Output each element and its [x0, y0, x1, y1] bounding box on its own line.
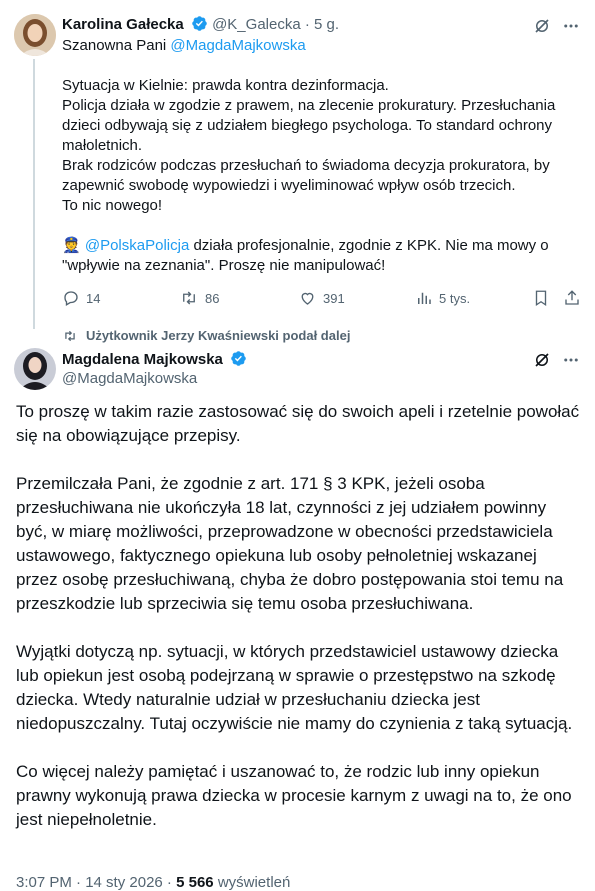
- author-name[interactable]: Magdalena Majkowska: [62, 351, 223, 368]
- share-button[interactable]: [563, 289, 581, 307]
- tweet2-paragraph-1: To proszę w takim razie zastosować się d…: [16, 402, 580, 445]
- avatar-karolina[interactable]: [14, 14, 56, 56]
- tweet-views-label: wyświetleń: [217, 874, 291, 891]
- bookmark-button[interactable]: [532, 289, 550, 307]
- police-emoji: 👮: [62, 237, 81, 254]
- repost-notice[interactable]: Użytkownik Jerzy Kwaśniewski podał dalej: [62, 328, 350, 343]
- like-count: 391: [323, 290, 345, 306]
- tweet-time[interactable]: 5 g.: [314, 16, 339, 33]
- mention-link[interactable]: @MagdaMajkowska: [170, 37, 305, 54]
- grok-icon[interactable]: [530, 348, 554, 372]
- reply-icon: [64, 291, 78, 306]
- tweet-meta: 3:07 PM · 14 sty 2026 · 5 566 wyświetleń: [16, 874, 290, 891]
- like-button[interactable]: 391: [298, 289, 345, 307]
- tweet1-line-3: Brak rodziców podczas przesłuchań to świ…: [62, 157, 554, 194]
- repost-notice-text: Użytkownik Jerzy Kwaśniewski podał dalej: [86, 328, 351, 343]
- reply-count: 14: [86, 290, 101, 306]
- repost-count: 86: [205, 290, 220, 306]
- author-name[interactable]: Karolina Gałecka: [62, 16, 184, 33]
- bookmark-icon: [535, 290, 547, 307]
- verified-badge-icon: [191, 15, 208, 36]
- verified-badge-icon: [230, 350, 247, 371]
- more-icon[interactable]: [559, 348, 583, 372]
- tweet2-paragraph-3: Wyjątki dotyczą np. sytuacji, w których …: [16, 642, 573, 733]
- repost-notice-icon: [65, 330, 75, 341]
- reply-button[interactable]: 14: [62, 289, 100, 307]
- avatar-magdalena[interactable]: [14, 348, 56, 390]
- tweet2-body: To proszę w takim razie zastosować się d…: [16, 400, 581, 856]
- repost-button[interactable]: 86: [179, 289, 219, 307]
- tweet1-line-1: Sytuacja w Kielnie: prawda kontra dezinf…: [62, 77, 389, 94]
- separator: ·: [304, 16, 310, 33]
- views-icon: [418, 292, 431, 304]
- like-icon: [301, 292, 314, 305]
- repost-icon: [183, 291, 195, 305]
- tweet2-paragraph-2: Przemilczała Pani, że zgodnie z art. 171…: [16, 474, 564, 613]
- author-handle[interactable]: @K_Galecka: [212, 16, 301, 33]
- views-button[interactable]: 5 tys.: [415, 289, 470, 307]
- tweet1-line-4: To nic nowego!: [62, 197, 163, 214]
- tweet-timestamp[interactable]: 3:07 PM · 14 sty 2026 ·: [16, 874, 172, 891]
- views-count: 5 tys.: [439, 290, 471, 306]
- thread-connector: [33, 59, 35, 329]
- police-mention-link[interactable]: @PolskaPolicja: [85, 237, 189, 254]
- tweet-views-count: 5 566: [176, 874, 214, 891]
- tweet1-line-2: Policja działa w zgodzie z prawem, na zl…: [62, 97, 560, 154]
- author-handle[interactable]: @MagdaMajkowska: [62, 370, 197, 387]
- tweet2-paragraph-4: Co więcej należy pamiętać i uszanować to…: [16, 762, 572, 829]
- share-icon: [565, 290, 579, 305]
- grok-icon[interactable]: [530, 14, 554, 38]
- greeting-text: Szanowna Pani: [62, 37, 167, 54]
- more-icon[interactable]: [559, 14, 583, 38]
